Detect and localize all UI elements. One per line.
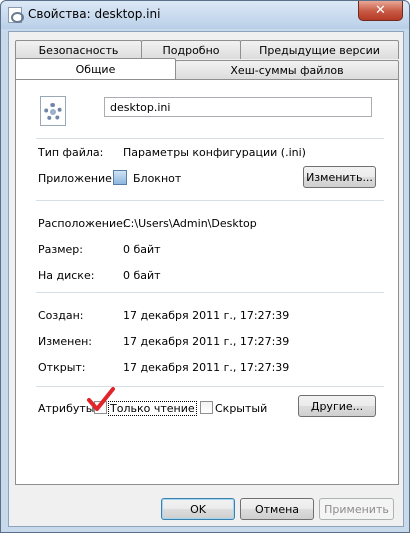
created-value: 17 декабря 2011 г., 17:27:39 (123, 309, 290, 322)
tab-details[interactable]: Подробно (141, 40, 241, 59)
size-value: 0 байт (123, 243, 161, 256)
hidden-label[interactable]: Скрытый (215, 402, 267, 415)
modified-value: 17 декабря 2011 г., 17:27:39 (123, 335, 290, 348)
hidden-checkbox[interactable] (200, 401, 213, 414)
ok-button[interactable]: OK (161, 498, 235, 520)
size-label: Размер: (38, 243, 83, 256)
location-value: C:\Users\Admin\Desktop (123, 217, 257, 230)
general-tab-panel: Тип файла: Параметры конфигурации (.ini)… (15, 79, 399, 485)
change-app-button[interactable]: Изменить... (303, 166, 376, 188)
separator (36, 138, 384, 139)
apply-button[interactable]: Применить (319, 498, 394, 520)
tab-hash-sums[interactable]: Хеш-суммы файлов (175, 60, 399, 79)
app-label: Приложение: (38, 172, 116, 185)
cancel-button[interactable]: Отмена (240, 498, 314, 520)
properties-window: Свойства: desktop.ini ✕ Безопасность Под… (0, 0, 410, 533)
tab-general[interactable]: Общие (15, 58, 176, 79)
title-bar[interactable]: Свойства: desktop.ini ✕ (1, 1, 409, 29)
file-type-value: Параметры конфигурации (.ini) (123, 146, 306, 159)
separator (36, 292, 384, 293)
app-value: Блокнот (133, 172, 182, 185)
tab-security[interactable]: Безопасность (15, 40, 142, 59)
advanced-attributes-button[interactable]: Другие... (298, 395, 376, 417)
file-type-label: Тип файла: (38, 146, 104, 159)
file-name-input[interactable] (104, 97, 372, 117)
location-label: Расположение: (38, 217, 127, 230)
opened-value: 17 декабря 2011 г., 17:27:39 (123, 361, 290, 374)
notepad-icon (113, 170, 127, 185)
close-button[interactable]: ✕ (358, 1, 403, 21)
dialog-client-area: Безопасность Подробно Предыдущие версии … (8, 31, 404, 527)
separator (36, 200, 384, 201)
created-label: Создан: (38, 309, 84, 322)
tab-previous-versions[interactable]: Предыдущие версии (240, 40, 399, 59)
window-title: Свойства: desktop.ini (28, 7, 161, 21)
readonly-label[interactable]: Только чтение (108, 401, 197, 416)
disk-size-value: 0 байт (123, 269, 161, 282)
disk-size-label: На диске: (38, 269, 95, 282)
settings-file-icon (40, 96, 66, 126)
opened-label: Открыт: (38, 361, 86, 374)
modified-label: Изменен: (38, 335, 93, 348)
file-properties-icon (8, 7, 24, 23)
